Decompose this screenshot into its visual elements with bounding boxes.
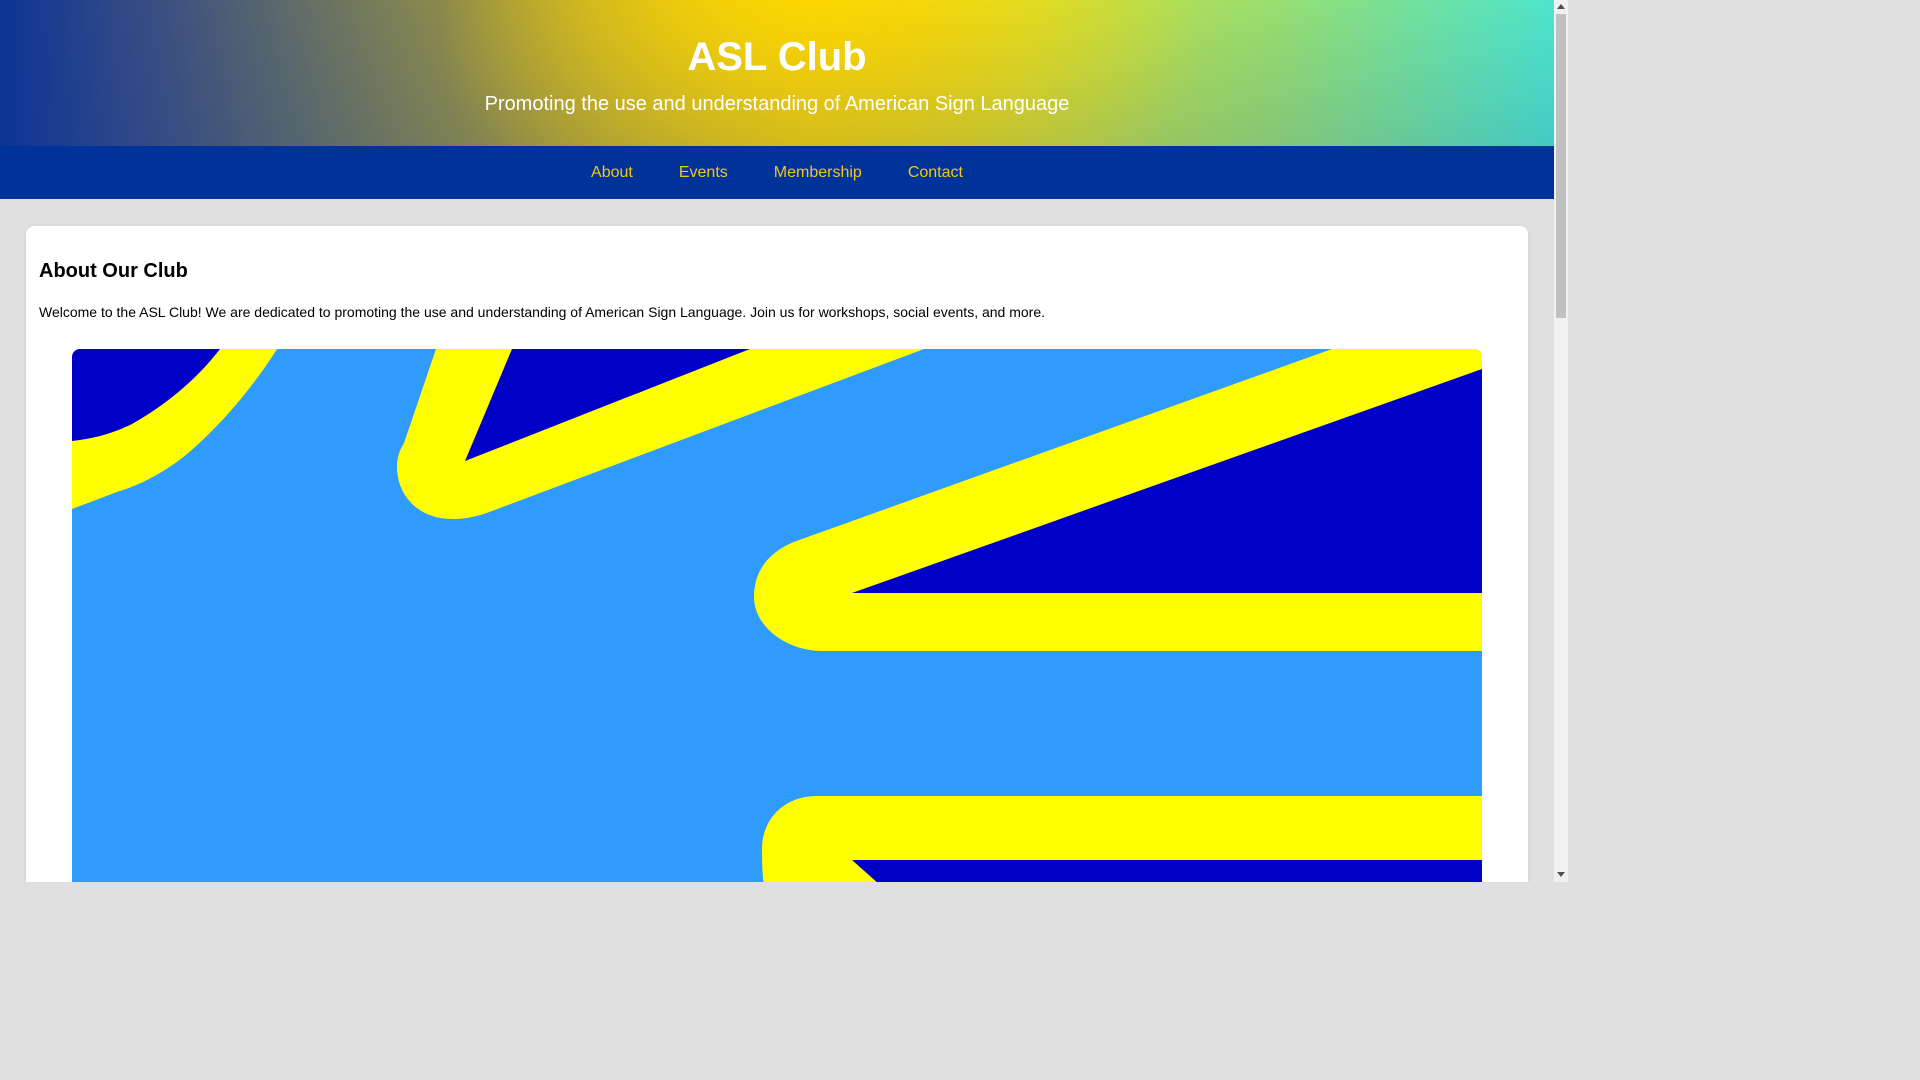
- scroll-up-icon[interactable]: [1557, 4, 1565, 9]
- about-heading: About Our Club: [39, 260, 188, 282]
- scroll-down-icon[interactable]: [1557, 872, 1565, 877]
- about-section: About Our Club Welcome to the ASL Club! …: [26, 226, 1528, 882]
- nav-link-about[interactable]: About: [591, 146, 633, 199]
- asl-hand-illustration: [72, 349, 1482, 882]
- nav-link-membership[interactable]: Membership: [774, 146, 862, 199]
- browser-viewport: ASL Club Promoting the use and understan…: [0, 0, 1568, 882]
- bottom-finger-fill: [852, 860, 1482, 882]
- site-tagline: Promoting the use and understanding of A…: [484, 93, 1070, 115]
- hand-sign-graphic: [72, 349, 1482, 882]
- nav-link-events[interactable]: Events: [679, 146, 728, 199]
- main-nav: About Events Membership Contact: [0, 146, 1554, 199]
- page-scrollbar[interactable]: [1554, 0, 1568, 882]
- scroll-thumb[interactable]: [1556, 14, 1566, 318]
- about-text: Welcome to the ASL Club! We are dedicate…: [39, 304, 1046, 320]
- site-title: ASL Club: [687, 35, 867, 79]
- site-header: ASL Club Promoting the use and understan…: [0, 0, 1554, 146]
- nav-link-contact[interactable]: Contact: [908, 146, 963, 199]
